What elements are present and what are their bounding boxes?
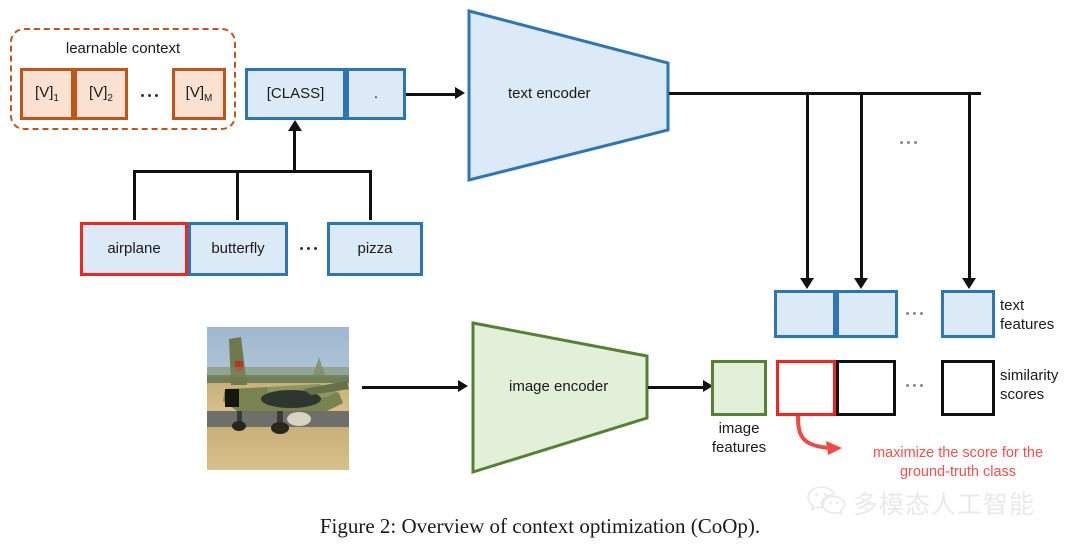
text-feature-box-3[interactable] xyxy=(941,290,995,338)
text-features-label: text features xyxy=(1000,297,1055,333)
image-encoder-to-features-line xyxy=(648,386,706,389)
prompt-to-text-encoder-line xyxy=(406,93,458,96)
class-tree-bus xyxy=(133,170,370,173)
class-names-ellipsis xyxy=(300,247,317,250)
text-feature-arrowhead-3 xyxy=(962,278,976,289)
similarity-score-box-3[interactable] xyxy=(941,360,995,416)
text-feature-arrow-line-3 xyxy=(968,92,971,280)
similarity-scores-label: similarity scores xyxy=(1000,367,1059,403)
prompt-period-token[interactable]: . xyxy=(346,68,406,120)
text-feature-arrowhead-2 xyxy=(854,278,868,289)
photo-to-image-encoder-arrowhead xyxy=(458,380,468,392)
text-feature-arrow-line-2 xyxy=(860,92,863,280)
class-tree-to-prompt-line xyxy=(293,131,296,171)
class-tree-drop-1 xyxy=(133,170,136,220)
image-feature-box[interactable] xyxy=(711,360,767,416)
figure-caption: Figure 2: Overview of context optimizati… xyxy=(319,514,761,538)
class-name-airplane-label: airplane xyxy=(107,239,161,257)
annotation-text: maximize the score for the ground-truth … xyxy=(872,445,1044,480)
class-name-airplane[interactable]: airplane xyxy=(80,222,188,276)
similarity-score-box-1[interactable] xyxy=(776,360,836,416)
class-name-pizza[interactable]: pizza xyxy=(327,222,423,276)
similarity-score-box-2[interactable] xyxy=(836,360,896,416)
photo-to-image-encoder-line xyxy=(362,386,460,389)
image-encoder-shape[interactable] xyxy=(470,320,650,475)
learnable-context-title: learnable context xyxy=(65,40,181,57)
prompt-to-text-encoder-arrowhead xyxy=(455,87,465,99)
prompt-class-token-label: [CLASS] xyxy=(266,84,325,102)
class-tree-drop-2 xyxy=(236,170,239,220)
context-token-2-label: [V]2 xyxy=(89,83,113,104)
text-feature-bus xyxy=(669,92,981,95)
text-feature-box-2[interactable] xyxy=(836,290,898,338)
context-token-m[interactable]: [V]M xyxy=(172,68,226,120)
context-token-2[interactable]: [V]2 xyxy=(74,68,128,120)
class-name-butterfly-label: butterfly xyxy=(211,239,265,257)
class-tree-drop-3 xyxy=(369,170,372,220)
image-features-label: image features xyxy=(711,420,767,456)
prompt-period-token-label: . xyxy=(373,84,379,102)
class-name-butterfly[interactable]: butterfly xyxy=(188,222,288,276)
text-features-ellipsis xyxy=(906,312,923,315)
similarity-scores-ellipsis xyxy=(906,384,923,387)
image-encoder-label: image encoder xyxy=(509,378,609,395)
context-token-m-label: [V]M xyxy=(185,83,213,104)
text-encoder-label: text encoder xyxy=(508,85,591,102)
context-token-1-label: [V]1 xyxy=(35,83,59,104)
input-image-photo xyxy=(207,327,349,470)
text-feature-box-1[interactable] xyxy=(774,290,836,338)
context-token-1[interactable]: [V]1 xyxy=(20,68,74,120)
text-feature-arrowhead-1 xyxy=(800,278,814,289)
text-feature-bus-ellipsis xyxy=(900,141,917,144)
class-tree-to-prompt-arrowhead xyxy=(288,120,302,131)
prompt-class-token[interactable]: [CLASS] xyxy=(245,68,346,120)
figure-container: learnable context [V]1 [V]2 [V]M [CLASS]… xyxy=(0,0,1080,553)
context-ellipsis xyxy=(141,94,158,97)
text-feature-arrow-line-1 xyxy=(806,92,809,280)
class-name-pizza-label: pizza xyxy=(357,239,393,257)
